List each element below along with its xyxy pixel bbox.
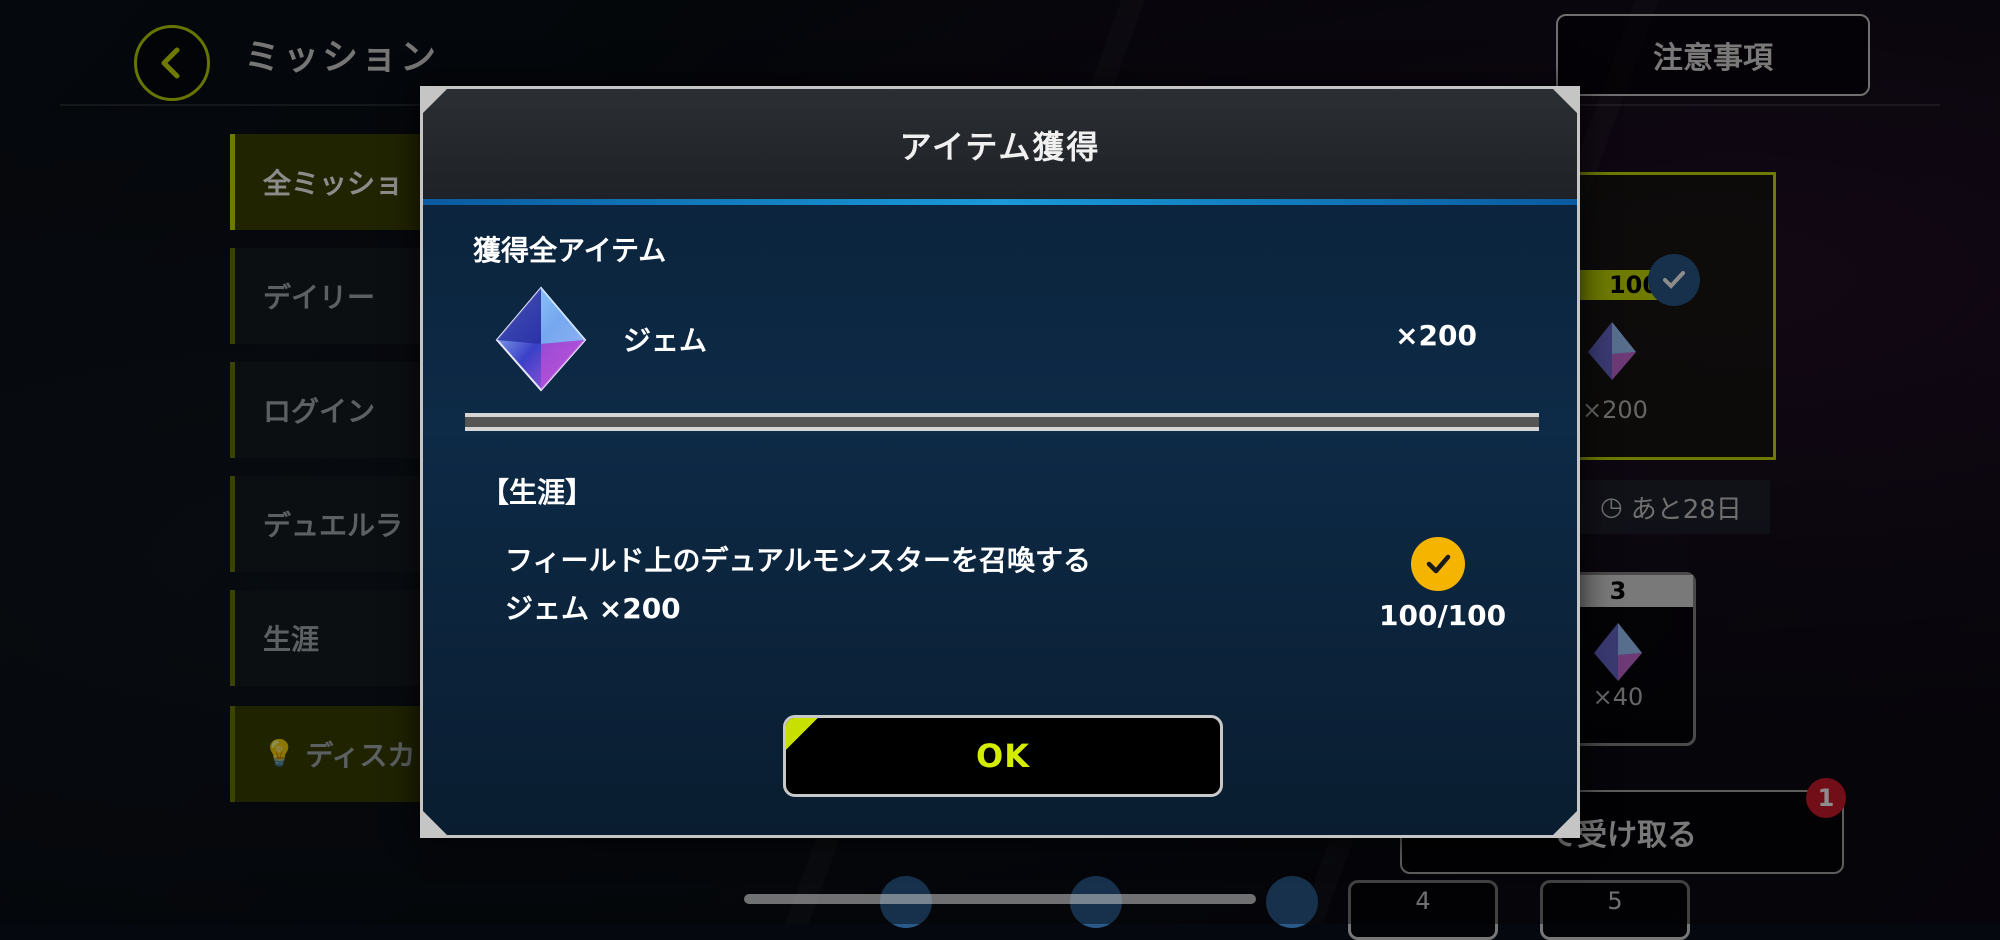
corner-decoration xyxy=(1553,89,1577,113)
button-accent xyxy=(786,718,824,756)
section-label: 獲得全アイテム xyxy=(473,234,667,267)
ok-label: OK xyxy=(976,737,1030,775)
mission-reward: ジェム ×200 xyxy=(505,592,681,625)
corner-decoration xyxy=(423,811,447,835)
header-accent-line xyxy=(423,199,1577,205)
divider xyxy=(465,413,1539,431)
mission-progress: 100/100 xyxy=(1379,599,1507,632)
dialog-header: アイテム獲得 xyxy=(423,89,1577,201)
item-quantity: ×200 xyxy=(1395,319,1477,352)
item-acquired-dialog: アイテム獲得 獲得全アイテム ジェム ×200 【生涯】 フィールド上のデュアル… xyxy=(420,86,1580,838)
gem-icon xyxy=(495,286,587,392)
mission-category: 【生涯】 xyxy=(481,476,594,509)
home-indicator[interactable] xyxy=(744,894,1256,904)
corner-decoration xyxy=(1553,811,1577,835)
ok-button[interactable]: OK xyxy=(783,715,1223,797)
mission-description: フィールド上のデュアルモンスターを召喚する xyxy=(505,544,1092,577)
dialog-title: アイテム獲得 xyxy=(899,128,1101,166)
item-name: ジェム xyxy=(623,324,708,357)
check-icon xyxy=(1411,537,1465,591)
corner-decoration xyxy=(423,89,447,113)
